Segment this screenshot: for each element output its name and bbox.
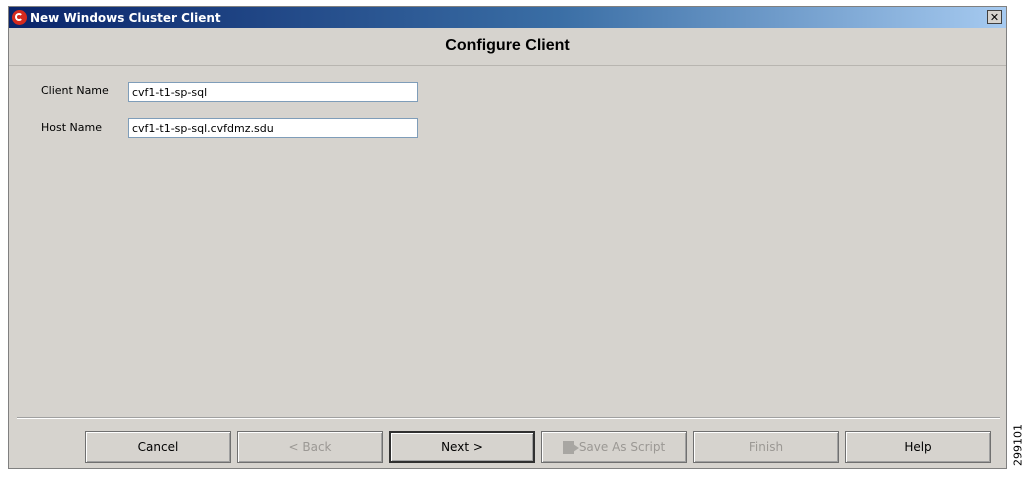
script-icon (562, 440, 579, 454)
client-name-input[interactable] (128, 82, 418, 102)
cancel-button[interactable]: Cancel (85, 431, 231, 463)
finish-button-label: Finish (748, 440, 784, 454)
cancel-button-label: Cancel (137, 440, 179, 454)
save-as-script-label: Save As Script (578, 440, 666, 454)
figure-id: 299101 (1011, 424, 1025, 466)
help-button-label: Help (904, 440, 932, 454)
wizard-window: New Windows Cluster Client ✕ Configure C… (8, 6, 1007, 469)
client-name-label: Client Name (41, 84, 109, 97)
app-logo-icon (12, 10, 27, 25)
back-button-label: < Back (288, 440, 332, 454)
next-button[interactable]: Next > (389, 431, 535, 463)
host-name-input[interactable] (128, 118, 418, 138)
title-bar[interactable]: New Windows Cluster Client ✕ (9, 7, 1006, 28)
back-button[interactable]: < Back (237, 431, 383, 463)
page-title: Configure Client (445, 37, 570, 54)
next-button-label: Next > (441, 440, 483, 454)
heading-divider (9, 65, 1006, 66)
save-as-script-button[interactable]: Save As Script (541, 431, 687, 463)
host-name-label: Host Name (41, 121, 102, 134)
footer-divider (17, 417, 1000, 418)
help-button[interactable]: Help (845, 431, 991, 463)
close-button[interactable]: ✕ (987, 10, 1002, 24)
finish-button[interactable]: Finish (693, 431, 839, 463)
window-title: New Windows Cluster Client (30, 10, 221, 25)
